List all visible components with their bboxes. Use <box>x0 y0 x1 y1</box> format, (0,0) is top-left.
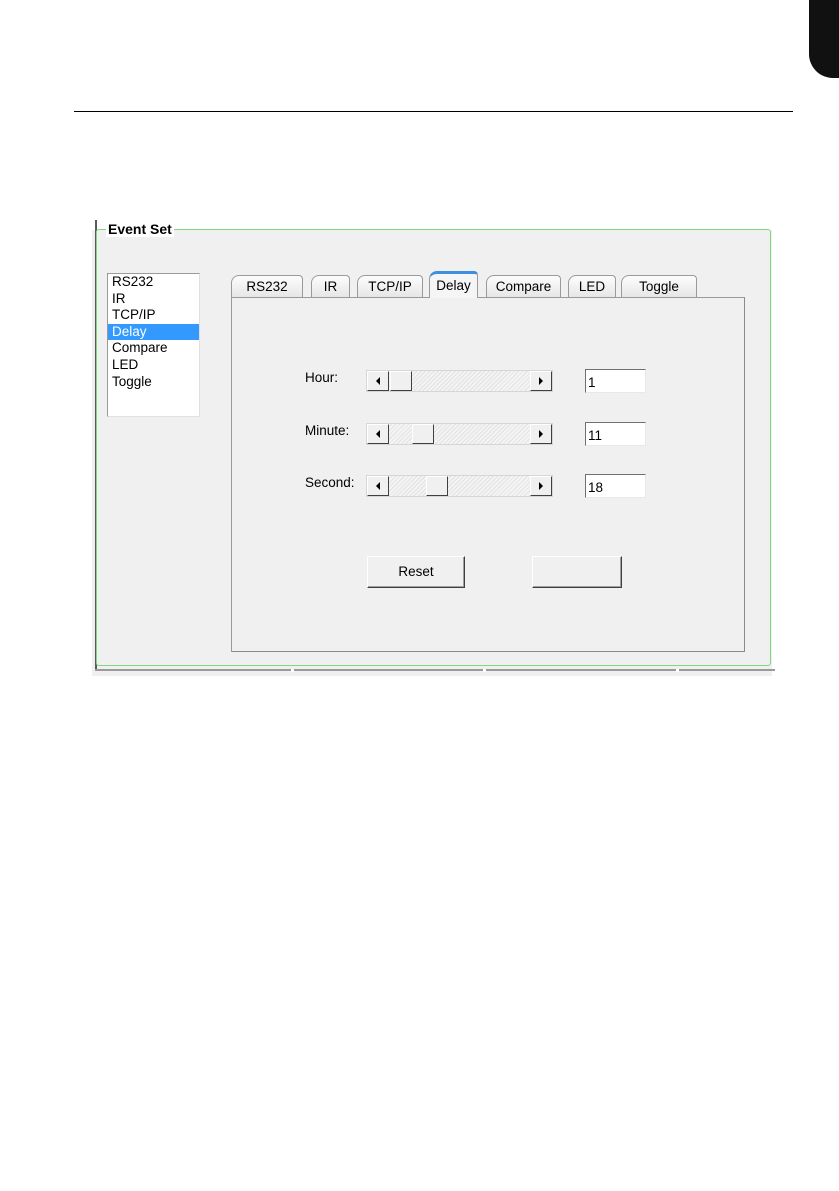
minute-input[interactable] <box>585 422 646 446</box>
tab-delay[interactable]: Delay <box>429 271 478 298</box>
arrow-right-icon <box>539 377 543 385</box>
hour-slider[interactable] <box>366 370 553 392</box>
list-item-toggle[interactable]: Toggle <box>108 374 199 391</box>
second-label: Second: <box>305 475 355 490</box>
minute-slider-thumb[interactable] <box>411 424 434 444</box>
second-slider[interactable] <box>366 475 553 497</box>
list-item-delay[interactable]: Delay <box>108 323 199 341</box>
hour-scroll-right-button[interactable] <box>530 371 552 391</box>
apply-button[interactable] <box>532 556 622 588</box>
event-type-list[interactable]: RS232 IR TCP/IP Delay Compare LED Toggle <box>107 273 200 417</box>
list-item-ir[interactable]: IR <box>108 291 199 308</box>
hour-input[interactable] <box>585 369 646 393</box>
tab-ir[interactable]: IR <box>311 275 350 297</box>
arrow-left-icon <box>376 482 380 490</box>
hour-slider-thumb[interactable] <box>390 371 413 391</box>
hour-scroll-left-button[interactable] <box>367 371 389 391</box>
event-tabs: RS232 IR TCP/IP Delay Compare LED Toggle <box>231 271 711 298</box>
list-item-tcpip[interactable]: TCP/IP <box>108 307 199 324</box>
minute-scroll-right-button[interactable] <box>530 424 552 444</box>
second-slider-thumb[interactable] <box>425 476 448 496</box>
second-scroll-right-button[interactable] <box>530 476 552 496</box>
list-item-led[interactable]: LED <box>108 357 199 374</box>
arrow-right-icon <box>539 430 543 438</box>
arrow-left-icon <box>376 377 380 385</box>
delay-tab-panel: Hour: Minute: Second: Reset <box>231 297 745 652</box>
second-input[interactable] <box>585 474 646 498</box>
tab-led[interactable]: LED <box>568 275 616 297</box>
page-binding-tab <box>809 0 839 78</box>
tab-rs232[interactable]: RS232 <box>231 275 303 297</box>
event-set-window: Event Set RS232 IR TCP/IP Delay Compare … <box>92 218 778 676</box>
tab-compare[interactable]: Compare <box>486 275 561 297</box>
window-bottom-edge <box>95 669 775 671</box>
second-scroll-left-button[interactable] <box>367 476 389 496</box>
arrow-right-icon <box>539 482 543 490</box>
tab-tcpip[interactable]: TCP/IP <box>357 275 423 297</box>
list-item-compare[interactable]: Compare <box>108 340 199 357</box>
reset-button[interactable]: Reset <box>367 556 465 588</box>
window-right-strip <box>772 218 778 676</box>
minute-scroll-left-button[interactable] <box>367 424 389 444</box>
minute-slider[interactable] <box>366 423 553 445</box>
minute-label: Minute: <box>305 423 350 438</box>
group-title: Event Set <box>106 221 174 237</box>
hour-label: Hour: <box>305 370 339 385</box>
arrow-left-icon <box>376 430 380 438</box>
header-rule <box>74 111 793 112</box>
list-item-rs232[interactable]: RS232 <box>108 274 199 291</box>
tab-toggle[interactable]: Toggle <box>621 275 697 297</box>
